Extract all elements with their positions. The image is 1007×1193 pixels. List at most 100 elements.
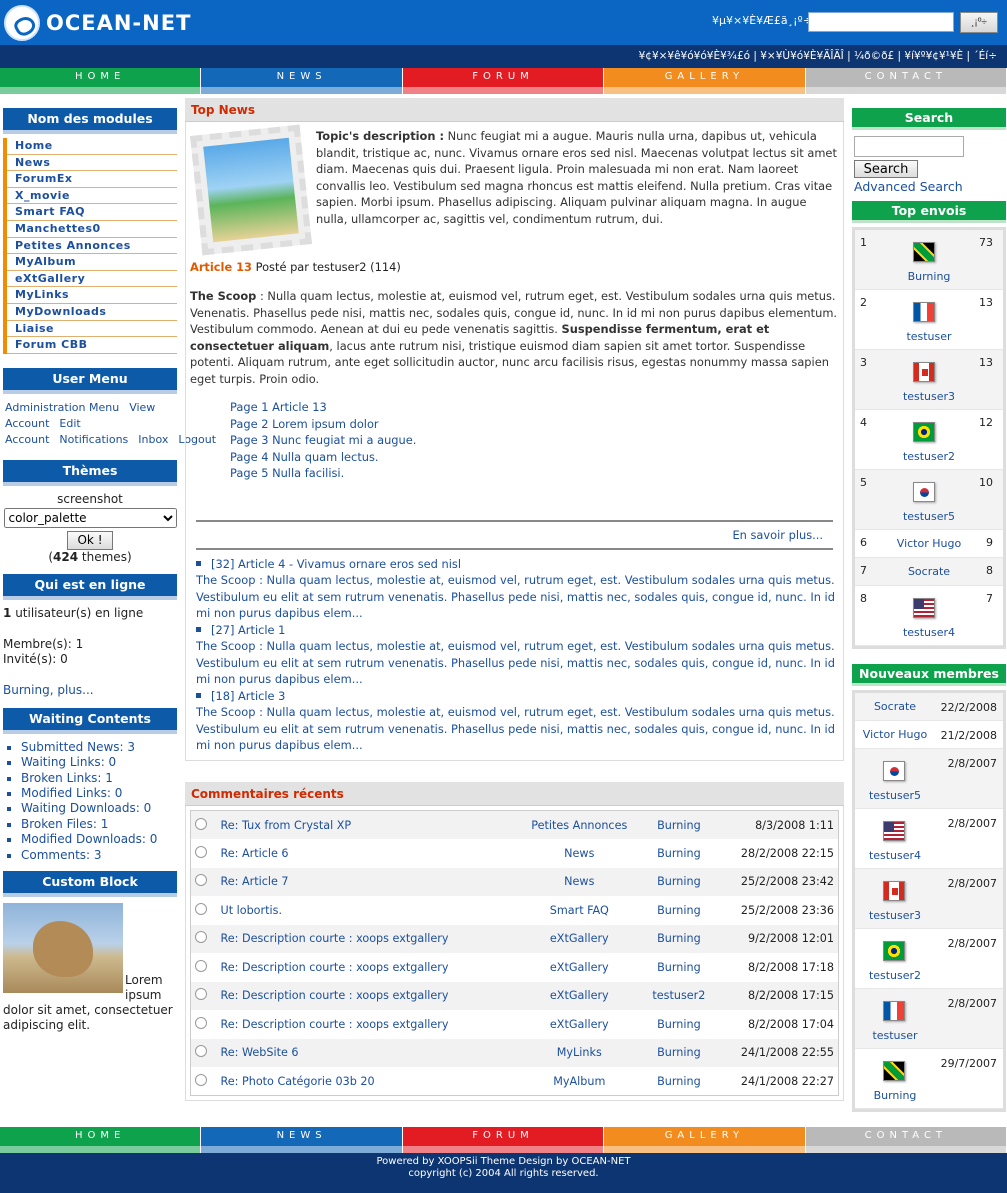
page-link[interactable]: Page 5 Nulla facilisi. bbox=[230, 465, 839, 482]
topenvois-user-link[interactable]: Victor Hugo bbox=[855, 537, 1003, 550]
comment-module-link[interactable]: News bbox=[564, 875, 594, 888]
module-link[interactable]: ForumEx bbox=[7, 171, 177, 188]
nav-tab-news[interactable]: NEWS bbox=[201, 68, 403, 94]
module-link[interactable]: MyLinks bbox=[7, 287, 177, 304]
usermenu-link[interactable]: Notifications bbox=[59, 433, 128, 446]
usermenu-link[interactable]: Inbox bbox=[138, 433, 168, 446]
comment-title-link[interactable]: Re: Photo Catégorie 03b 20 bbox=[221, 1075, 375, 1088]
waiting-link[interactable]: Modified Downloads: 0 bbox=[21, 832, 157, 846]
module-link[interactable]: Liaise bbox=[7, 321, 177, 338]
rsearch-button[interactable]: Search bbox=[854, 160, 918, 178]
nav-tab-contact[interactable]: CONTACT bbox=[805, 1127, 1007, 1153]
comment-title-link[interactable]: Ut lobortis. bbox=[221, 904, 283, 917]
comment-module-link[interactable]: Petites Annonces bbox=[531, 819, 627, 832]
comment-title-link[interactable]: Re: Tux from Crystal XP bbox=[221, 819, 352, 832]
online-more-link[interactable]: Burning, plus... bbox=[3, 683, 94, 697]
newmember-link[interactable]: testuser bbox=[855, 1029, 935, 1042]
comment-user-link[interactable]: Burning bbox=[657, 875, 701, 888]
comment-title-link[interactable]: Re: Description courte : xoops extgaller… bbox=[221, 989, 449, 1002]
waiting-link[interactable]: Waiting Links: 0 bbox=[21, 755, 116, 769]
comment-user-link[interactable]: Burning bbox=[657, 932, 701, 945]
comment-title-link[interactable]: Re: Description courte : xoops extgaller… bbox=[221, 1018, 449, 1031]
module-link[interactable]: Manchettes0 bbox=[7, 221, 177, 238]
comment-user-link[interactable]: Burning bbox=[657, 904, 701, 917]
newmember-link[interactable]: testuser4 bbox=[855, 849, 935, 862]
sub-bar-links[interactable]: ¥¢¥×¥ê¥ó¥ó¥È¥¾£ó | ¥×¥Ù¥ó¥È¥ÄÎÄÎ | ¼ð©ð£… bbox=[639, 50, 997, 62]
comment-user-link[interactable]: Burning bbox=[657, 1046, 701, 1059]
read-more-link[interactable]: En savoir plus... bbox=[732, 528, 823, 542]
topenvois-user-link[interactable]: testuser3 bbox=[855, 390, 1003, 403]
comment-user-link[interactable]: Burning bbox=[657, 1075, 701, 1088]
comment-module-link[interactable]: eXtGallery bbox=[550, 989, 609, 1002]
comment-user-link[interactable]: testuser2 bbox=[652, 989, 705, 1002]
module-link[interactable]: MyAlbum bbox=[7, 254, 177, 271]
module-link[interactable]: Forum CBB bbox=[7, 337, 177, 354]
comment-module-link[interactable]: eXtGallery bbox=[550, 961, 609, 974]
older-article-link[interactable]: [18] Article 3 bbox=[211, 688, 285, 705]
comment-module-link[interactable]: eXtGallery bbox=[550, 1018, 609, 1031]
header-search-button[interactable]: ¸¡º÷ bbox=[960, 12, 998, 33]
nav-tab-forum[interactable]: FORUM bbox=[402, 1127, 605, 1153]
page-link[interactable]: Page 3 Nunc feugiat mi a augue. bbox=[230, 432, 839, 449]
header-search-input[interactable] bbox=[808, 12, 954, 32]
nav-tab-forum[interactable]: FORUM bbox=[402, 68, 605, 94]
comment-module-link[interactable]: MyLinks bbox=[557, 1046, 602, 1059]
module-link[interactable]: eXtGallery bbox=[7, 271, 177, 288]
nav-tab-news[interactable]: NEWS bbox=[201, 1127, 403, 1153]
waiting-link[interactable]: Broken Files: 1 bbox=[21, 817, 108, 831]
page-link[interactable]: Page 4 Nulla quam lectus. bbox=[230, 449, 839, 466]
comment-user-link[interactable]: Burning bbox=[657, 961, 701, 974]
site-logo[interactable]: OCEAN-NET bbox=[4, 4, 191, 42]
nav-tab-home[interactable]: HOME bbox=[0, 1127, 202, 1153]
topenvois-user-link[interactable]: testuser bbox=[855, 330, 1003, 343]
nav-tab-gallery[interactable]: GALLERY bbox=[604, 68, 806, 94]
comment-title-link[interactable]: Re: Article 6 bbox=[221, 847, 289, 860]
comment-module-link[interactable]: MyAlbum bbox=[553, 1075, 605, 1088]
newmember-link[interactable]: Socrate bbox=[855, 700, 935, 713]
themes-ok-button[interactable]: Ok ! bbox=[67, 530, 113, 550]
module-link[interactable]: MyDownloads bbox=[7, 304, 177, 321]
newmember-link[interactable]: testuser5 bbox=[855, 789, 935, 802]
waiting-link[interactable]: Comments: 3 bbox=[21, 848, 102, 862]
comment-title-link[interactable]: Re: Article 7 bbox=[221, 875, 289, 888]
newmember-link[interactable]: testuser3 bbox=[855, 909, 935, 922]
comment-module-link[interactable]: eXtGallery bbox=[550, 932, 609, 945]
newmember-link[interactable]: Victor Hugo bbox=[855, 728, 935, 741]
comment-module-link[interactable]: News bbox=[564, 847, 594, 860]
waiting-link[interactable]: Broken Links: 1 bbox=[21, 771, 113, 785]
older-article-link[interactable]: [27] Article 1 bbox=[211, 622, 285, 639]
module-link[interactable]: News bbox=[7, 155, 177, 172]
topenvois-user-link[interactable]: testuser2 bbox=[855, 450, 1003, 463]
article-link[interactable]: Article 13 bbox=[190, 260, 252, 274]
topenvois-user-link[interactable]: Socrate bbox=[855, 565, 1003, 578]
comment-title-link[interactable]: Re: WebSite 6 bbox=[221, 1046, 299, 1059]
module-link[interactable]: Smart FAQ bbox=[7, 204, 177, 221]
module-link[interactable]: Petites Annonces bbox=[7, 238, 177, 255]
topenvois-user-link[interactable]: testuser5 bbox=[855, 510, 1003, 523]
topenvois-user-link[interactable]: Burning bbox=[855, 270, 1003, 283]
nav-tab-gallery[interactable]: GALLERY bbox=[604, 1127, 806, 1153]
topenvois-user-link[interactable]: testuser4 bbox=[855, 626, 1003, 639]
newmember-link[interactable]: testuser2 bbox=[855, 969, 935, 982]
usermenu-link[interactable]: Administration Menu bbox=[5, 401, 119, 414]
older-article-link[interactable]: [32] Article 4 - Vivamus ornare eros sed… bbox=[211, 556, 461, 573]
waiting-link[interactable]: Modified Links: 0 bbox=[21, 786, 122, 800]
newmember-link[interactable]: Burning bbox=[855, 1089, 935, 1102]
nav-tab-contact[interactable]: CONTACT bbox=[805, 68, 1007, 94]
comment-title-link[interactable]: Re: Description courte : xoops extgaller… bbox=[221, 961, 449, 974]
themes-select[interactable]: color_palette bbox=[3, 507, 177, 528]
comment-module-link[interactable]: Smart FAQ bbox=[550, 904, 609, 917]
comment-user-link[interactable]: Burning bbox=[657, 819, 701, 832]
module-link[interactable]: X_movie bbox=[7, 188, 177, 205]
module-link[interactable]: Home bbox=[7, 138, 177, 155]
waiting-link[interactable]: Waiting Downloads: 0 bbox=[21, 801, 151, 815]
page-link[interactable]: Page 1 Article 13 bbox=[230, 399, 839, 416]
page-link[interactable]: Page 2 Lorem ipsum dolor bbox=[230, 416, 839, 433]
comment-user-link[interactable]: Burning bbox=[657, 847, 701, 860]
advanced-search-link[interactable]: Advanced Search bbox=[854, 179, 1004, 194]
waiting-link[interactable]: Submitted News: 3 bbox=[21, 740, 135, 754]
nav-tab-home[interactable]: HOME bbox=[0, 68, 202, 94]
rsearch-input[interactable] bbox=[854, 136, 964, 157]
comment-title-link[interactable]: Re: Description courte : xoops extgaller… bbox=[221, 932, 449, 945]
comment-user-link[interactable]: Burning bbox=[657, 1018, 701, 1031]
